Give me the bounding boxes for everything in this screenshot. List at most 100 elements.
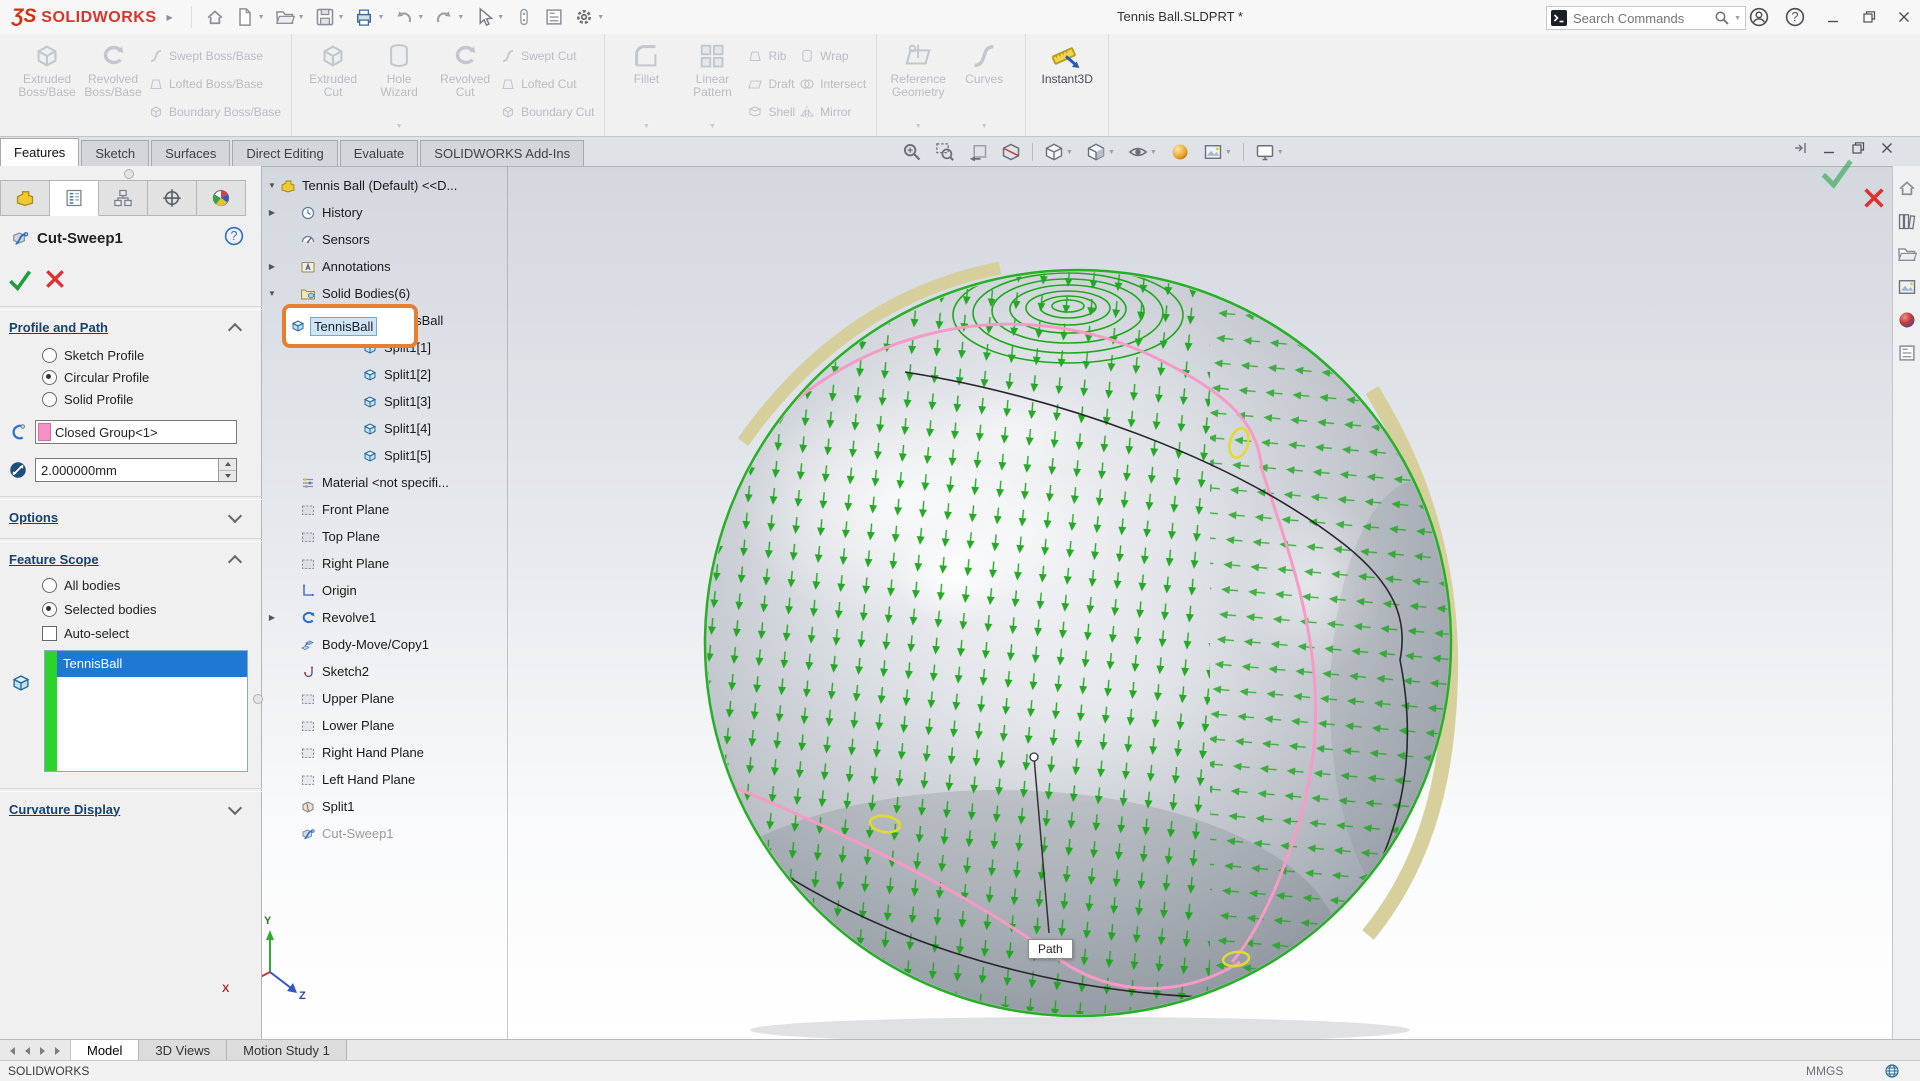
tree-item-sketch2[interactable]: ▶Sketch2 bbox=[264, 658, 510, 685]
checkbox-auto-select[interactable]: Auto-select bbox=[42, 626, 129, 641]
tab-direct-editing[interactable]: Direct Editing bbox=[232, 140, 338, 166]
tab-surfaces[interactable]: Surfaces bbox=[151, 140, 231, 166]
tree-item-split1-3[interactable]: ▶Split1[3] bbox=[264, 388, 510, 415]
redo-button[interactable]: ▼ bbox=[429, 4, 469, 30]
tab-display-manager[interactable] bbox=[197, 180, 246, 216]
save-button[interactable]: ▼ bbox=[310, 4, 350, 30]
tree-item-annotations[interactable]: ▶ Annotations bbox=[264, 253, 510, 280]
undo-button[interactable]: ▼ bbox=[389, 4, 429, 30]
radio-sketch-profile[interactable]: Sketch Profile bbox=[42, 348, 144, 363]
tab-evaluate[interactable]: Evaluate bbox=[339, 140, 419, 166]
tab-solidworks-addins[interactable]: SOLIDWORKS Add-Ins bbox=[420, 140, 585, 166]
tab-configuration-manager[interactable] bbox=[99, 180, 148, 216]
last-tab-button[interactable] bbox=[51, 1044, 64, 1057]
radio-solid-profile[interactable]: Solid Profile bbox=[42, 392, 133, 407]
path-selection-field[interactable]: Closed Group<1> bbox=[35, 420, 237, 444]
search-input[interactable] bbox=[1571, 9, 1711, 27]
view-palette-icon[interactable] bbox=[1897, 277, 1917, 297]
file-explorer-icon[interactable] bbox=[1897, 244, 1917, 264]
edit-appearance-button[interactable] bbox=[1168, 140, 1192, 164]
panel-resize-grip[interactable] bbox=[253, 694, 263, 704]
tab-features[interactable]: Features bbox=[0, 138, 80, 166]
radio-all-bodies[interactable]: All bodies bbox=[42, 578, 120, 593]
doc-tab-motion-study[interactable]: Motion Study 1 bbox=[227, 1040, 347, 1061]
print-button[interactable]: ▼ bbox=[349, 4, 389, 30]
minimize-button[interactable] bbox=[1820, 4, 1846, 30]
close-button[interactable] bbox=[1892, 4, 1916, 30]
section-view-button[interactable] bbox=[999, 140, 1023, 164]
tree-item-left-hand-plane[interactable]: ▶Left Hand Plane bbox=[264, 766, 510, 793]
properties-button[interactable] bbox=[539, 4, 569, 30]
search-commands-box[interactable]: ▼ bbox=[1546, 6, 1746, 30]
confirm-ok-button[interactable] bbox=[1818, 156, 1856, 190]
tree-item-sensors[interactable]: ▶Sensors bbox=[264, 226, 510, 253]
tree-item-body-move-copy1[interactable]: ▶Body-Move/Copy1 bbox=[264, 631, 510, 658]
tab-property-manager[interactable] bbox=[50, 180, 99, 216]
doc-minimize-icon[interactable] bbox=[1821, 140, 1837, 156]
doc-tab-3d-views[interactable]: 3D Views bbox=[139, 1040, 228, 1061]
pm-cancel-button[interactable] bbox=[44, 268, 66, 290]
panel-collapse-grip[interactable] bbox=[124, 169, 134, 179]
diameter-field[interactable]: 2.000000mm bbox=[35, 458, 237, 482]
design-library-icon[interactable] bbox=[1897, 211, 1917, 231]
tennisball-highlight-callout[interactable]: TennisBall bbox=[282, 304, 418, 348]
tree-item-split1-4[interactable]: ▶Split1[4] bbox=[264, 415, 510, 442]
appearances-icon[interactable] bbox=[1897, 310, 1917, 330]
tree-item-top-plane[interactable]: ▶Top Plane bbox=[264, 523, 510, 550]
new-document-button[interactable]: ▼ bbox=[230, 4, 270, 30]
section-feature-scope[interactable]: Feature Scope bbox=[0, 546, 262, 572]
selected-bodies-list[interactable]: TennisBall bbox=[44, 650, 248, 772]
selected-body-item[interactable]: TennisBall bbox=[57, 651, 247, 677]
account-button[interactable] bbox=[1746, 4, 1772, 30]
open-button[interactable]: ▼ bbox=[270, 4, 310, 30]
tree-item-material[interactable]: ▶Material <not specifi... bbox=[264, 469, 510, 496]
solidworks-logo[interactable]: ƷS SOLIDWORKS bbox=[12, 6, 157, 28]
tree-item-split1-2[interactable]: ▶Split1[2] bbox=[264, 361, 510, 388]
section-options[interactable]: Options bbox=[0, 504, 262, 530]
view-settings-button[interactable]: ▼ bbox=[1253, 140, 1286, 164]
previous-view-button[interactable] bbox=[966, 140, 990, 164]
radio-selected-bodies[interactable]: Selected bodies bbox=[42, 602, 157, 617]
doc-close-icon[interactable] bbox=[1879, 140, 1895, 156]
tab-dimxpert-manager[interactable] bbox=[148, 180, 197, 216]
restore-button[interactable] bbox=[1856, 4, 1882, 30]
pm-help-icon[interactable] bbox=[224, 226, 244, 246]
diameter-spinner[interactable] bbox=[218, 459, 236, 481]
prev-tab-button[interactable] bbox=[21, 1044, 34, 1057]
tab-feature-manager[interactable] bbox=[0, 180, 50, 216]
menu-flyout-arrow[interactable]: ▶ bbox=[167, 13, 173, 22]
instant3d-button[interactable]: Instant3D bbox=[1036, 38, 1098, 134]
tree-item-split1[interactable]: ▶Split1 bbox=[264, 793, 510, 820]
doc-restore-icon[interactable] bbox=[1850, 140, 1866, 156]
tab-sketch[interactable]: Sketch bbox=[81, 140, 150, 166]
help-button[interactable] bbox=[1782, 4, 1808, 30]
apply-scene-button[interactable]: ▼ bbox=[1201, 140, 1234, 164]
tree-item-right-hand-plane[interactable]: ▶Right Hand Plane bbox=[264, 739, 510, 766]
tree-item-lower-plane[interactable]: ▶Lower Plane bbox=[264, 712, 510, 739]
tree-item-split1-5[interactable]: ▶Split1[5] bbox=[264, 442, 510, 469]
tree-item-origin[interactable]: ▶Origin bbox=[264, 577, 510, 604]
tree-item-right-plane[interactable]: ▶Right Plane bbox=[264, 550, 510, 577]
dock-pane-icon[interactable] bbox=[1792, 140, 1808, 156]
tree-item-root[interactable]: ▼ Tennis Ball (Default) <<D... bbox=[264, 172, 510, 199]
tree-item-history[interactable]: ▶ History bbox=[264, 199, 510, 226]
tree-item-front-plane[interactable]: ▶Front Plane bbox=[264, 496, 510, 523]
home-button[interactable] bbox=[200, 4, 230, 30]
hide-show-items-button[interactable]: ▼ bbox=[1126, 140, 1159, 164]
tree-item-cut-sweep1[interactable]: ▶Cut-Sweep1 bbox=[264, 820, 510, 847]
pm-ok-button[interactable] bbox=[8, 268, 32, 292]
doc-tab-model[interactable]: Model bbox=[71, 1040, 140, 1061]
resources-home-icon[interactable] bbox=[1897, 178, 1917, 198]
tree-item-revolve1[interactable]: ▶ Revolve1 bbox=[264, 604, 510, 631]
next-tab-button[interactable] bbox=[36, 1044, 49, 1057]
globe-icon[interactable] bbox=[1884, 1063, 1900, 1079]
tree-item-upper-plane[interactable]: ▶Upper Plane bbox=[264, 685, 510, 712]
display-style-button[interactable]: ▼ bbox=[1084, 140, 1117, 164]
section-curvature-display[interactable]: Curvature Display bbox=[0, 796, 262, 822]
custom-properties-icon[interactable] bbox=[1897, 343, 1917, 363]
view-orientation-button[interactable]: ▼ bbox=[1042, 140, 1075, 164]
tree-item-solid-bodies[interactable]: ▼ Solid Bodies(6) bbox=[264, 280, 510, 307]
search-dropdown-arrow[interactable]: ▼ bbox=[1734, 15, 1741, 22]
zoom-to-area-button[interactable] bbox=[933, 140, 957, 164]
confirm-cancel-button[interactable] bbox=[1862, 186, 1886, 210]
